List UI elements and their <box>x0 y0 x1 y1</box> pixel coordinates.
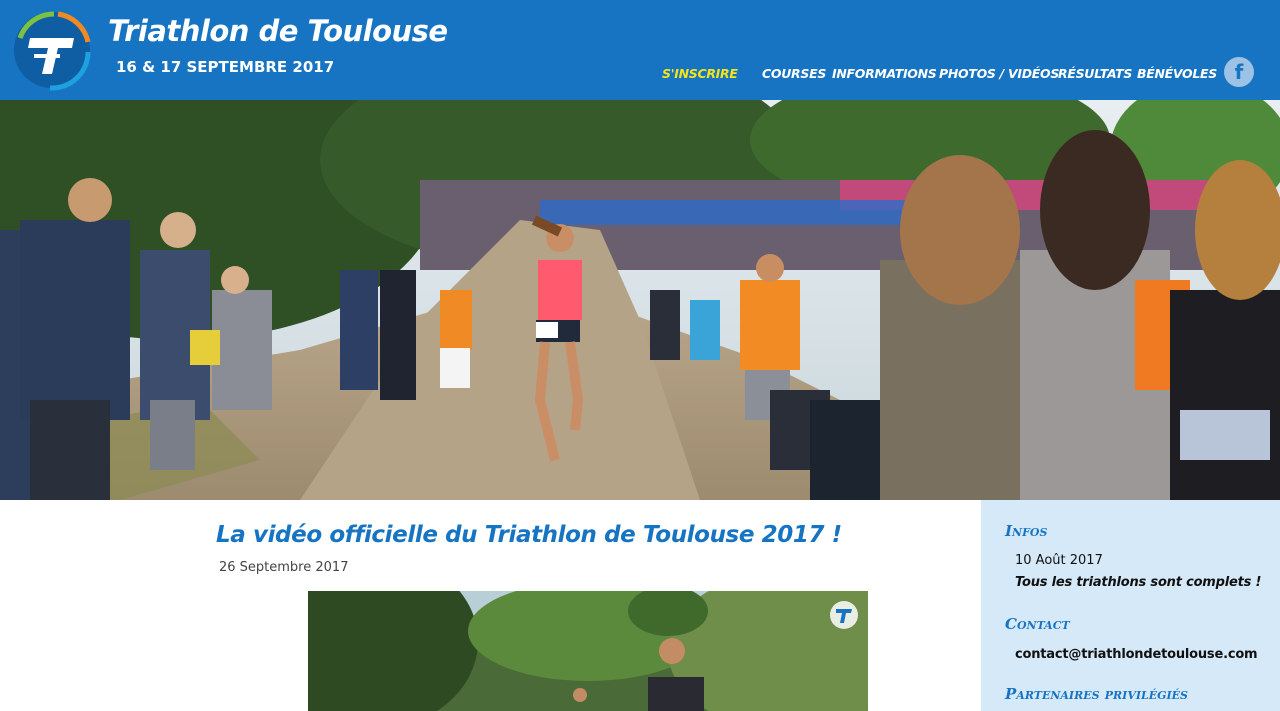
nav-item-benevoles[interactable]: BÉNÉVOLES <box>1137 66 1217 81</box>
nav-item-photos-videos[interactable]: PHOTOS / VIDÉOS <box>939 66 1059 81</box>
site-title[interactable]: Triathlon de Toulouse <box>108 14 448 48</box>
article-date: 26 Septembre 2017 <box>219 560 349 575</box>
nav-item-sinscrire[interactable]: S'INSCRIRE <box>662 66 738 81</box>
contact-heading: Contact <box>1005 615 1070 633</box>
article-title[interactable]: La vidéo officielle du Triathlon de Toul… <box>216 522 842 548</box>
nav-item-resultats[interactable]: RÉSULTATS <box>1058 66 1132 81</box>
contact-email-link[interactable]: contact@triathlondetoulouse.com <box>1015 647 1258 662</box>
sidebar: Infos 10 Août 2017 Tous les triathlons s… <box>981 500 1280 711</box>
infos-heading: Infos <box>1005 522 1048 540</box>
infos-date: 10 Août 2017 <box>1015 553 1103 568</box>
partners-heading: Partenaires privilégiés <box>1005 685 1188 703</box>
facebook-icon[interactable]: f <box>1224 57 1254 87</box>
hero-photo <box>0 100 1280 500</box>
nav-item-courses[interactable]: COURSES <box>762 66 826 81</box>
facebook-glyph: f <box>1234 60 1244 84</box>
video-player[interactable] <box>308 591 868 711</box>
main-nav: S'INSCRIRE COURSES INFORMATIONS PHOTOS /… <box>0 66 1280 86</box>
nav-item-informations[interactable]: INFORMATIONS <box>832 66 937 81</box>
infos-text[interactable]: Tous les triathlons sont complets ! <box>1015 575 1261 590</box>
site-header: Triathlon de Toulouse 16 & 17 SEPTEMBRE … <box>0 0 1280 100</box>
